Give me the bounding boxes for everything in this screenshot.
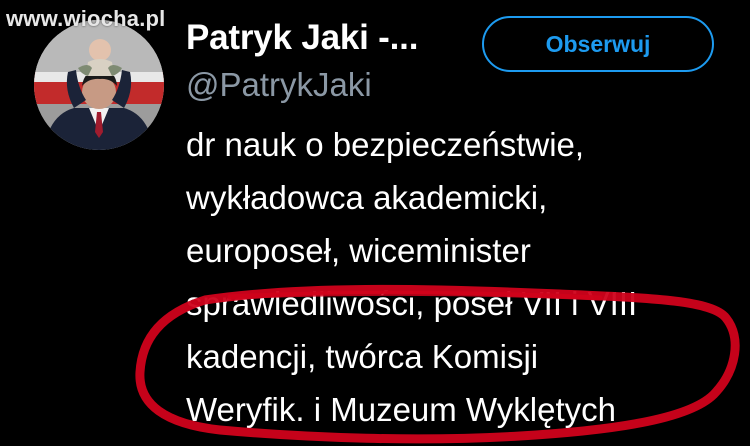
profile-photo-icon [34, 20, 164, 150]
user-handle: @PatrykJaki [186, 66, 372, 103]
bio-line: europoseł, wiceminister [186, 232, 531, 269]
bio-line: dr nauk o bezpieczeństwie, [186, 126, 585, 163]
profile-bio: dr nauk o bezpieczeństwie, wykładowca ak… [186, 118, 746, 436]
display-name[interactable]: Patryk Jaki -... [186, 18, 418, 58]
avatar[interactable] [34, 20, 164, 150]
bio-line: wykładowca akademicki, [186, 179, 548, 216]
follow-button[interactable]: Obserwuj [482, 16, 714, 72]
bio-line: kadencji, twórca Komisji [186, 338, 539, 375]
watermark-text: www.wiocha.pl [6, 6, 166, 31]
bio-line: sprawiedliwości, poseł VII i VIII [186, 285, 638, 322]
bio-line: Weryfik. i Muzeum Wyklętych [186, 391, 616, 428]
twitter-profile-card: www.wiocha.pl Patryk Jaki -... @PatrykJa… [0, 0, 750, 446]
